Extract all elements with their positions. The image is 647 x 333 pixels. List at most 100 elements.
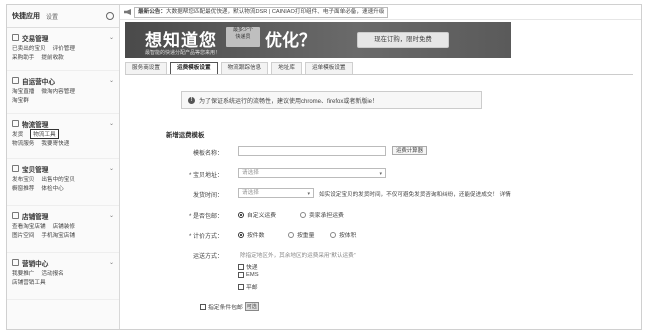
browser-tip: ! 为了保证系统运行的流畅性，建议使用chrome、firefox或者新版ie！ [181, 91, 482, 109]
speaker-icon [124, 9, 131, 15]
sidebar-section-header[interactable]: 营销中心 ⌄ [12, 257, 114, 268]
pricing-option-volume[interactable]: 按体积 [330, 230, 356, 239]
banner-subtitle: 最智能的快递分配产品等您来用！ [145, 50, 221, 56]
sidebar-section-header[interactable]: 交易管理 ⌄ [12, 32, 114, 43]
location-select[interactable]: 请选择 ▾ [238, 168, 386, 178]
sidebar-row: 查看淘宝店铺 店铺装修 [12, 221, 114, 230]
sidebar-link[interactable]: 橱窗推荐 [12, 184, 34, 192]
ship-time-label: 发货时间： [192, 193, 223, 199]
delivery-option-ems[interactable]: EMS [238, 272, 259, 278]
chevron-down-icon: ▾ [379, 171, 382, 177]
chevron-down-icon: ▾ [307, 191, 310, 197]
sidebar-link[interactable]: 我要寄快递 [41, 139, 69, 147]
sidebar-section: 营销中心 ⌄ 我要推广 活动报名 店铺营销工具 [7, 253, 119, 300]
notice-bar: 最新公告：大数据帮您匹配最优快递，默认物流DSR | CAINIAO打印组件、电… [120, 5, 641, 20]
checkbox-icon [238, 283, 244, 290]
delivery-option-express[interactable]: 快递 [238, 262, 258, 271]
sidebar-row: 橱窗推荐 体检中心 [12, 183, 114, 192]
sidebar-link[interactable]: 物流服务 [12, 139, 34, 147]
ship-time-detail-link[interactable]: 详情 [500, 192, 511, 198]
pricing-label: * 计价方式： [188, 234, 223, 240]
ship-time-select[interactable]: 请选择 ▾ [238, 188, 314, 198]
checkbox-icon [238, 272, 244, 278]
sidebar-link[interactable]: 手机淘宝店铺 [41, 231, 75, 239]
app-frame: 快捷应用 设置 交易管理 ⌄ 已卖出的宝贝 评价管理采购助手 提前收款自运营中心 ⌄ 淘宝直… [6, 4, 642, 330]
banner-badge: 最多少个 快递员 [226, 27, 260, 47]
sidebar-link[interactable]: 采购助手 [12, 53, 34, 61]
sidebar-header: 快捷应用 设置 [7, 5, 119, 28]
chevron-down-icon[interactable]: ⌄ [109, 259, 114, 266]
delivery-option-label: EMS [246, 272, 259, 278]
checkbox-icon [200, 303, 206, 310]
sidebar-link[interactable]: 我要推广 [12, 269, 34, 277]
free-ship-label: * 是否包邮： [188, 214, 223, 220]
sidebar-section-header[interactable]: 宝贝管理 ⌄ [12, 163, 114, 174]
delivery-option-post[interactable]: 平邮 [238, 282, 258, 291]
promo-banner[interactable]: 想知道您 最多少个 快递员 优化？ 最智能的快递分配产品等您来用！ 现在订购，限… [125, 22, 511, 58]
sidebar-link[interactable]: 查看淘宝店铺 [12, 222, 46, 230]
pricing-option-count[interactable]: 按件数 [238, 230, 264, 239]
free-ship-option-custom[interactable]: 自定义运费 [238, 210, 276, 219]
sidebar-row: 店铺营销工具 [12, 277, 114, 286]
gear-icon[interactable] [106, 12, 114, 20]
pricing-option-label: 按件数 [247, 233, 265, 239]
pricing-option-weight[interactable]: 按重量 [288, 230, 314, 239]
optional-tag: 可选 [244, 302, 259, 311]
section-icon [12, 34, 19, 41]
sidebar-link[interactable]: 发货 [12, 130, 23, 138]
sidebar-section-header[interactable]: 物流管理 ⌄ [12, 118, 114, 129]
chevron-down-icon[interactable]: ⌄ [109, 120, 114, 127]
sidebar-link[interactable]: 店铺营销工具 [12, 278, 46, 286]
ship-time-placeholder: 请选择 [242, 190, 259, 196]
location-label-text: 宝贝地址： [192, 173, 223, 179]
sidebar-section-title: 宝贝管理 [22, 166, 49, 174]
radio-icon [288, 231, 294, 238]
free-ship-option-seller[interactable]: 卖家承担运费 [300, 210, 344, 219]
radio-selected-icon [238, 211, 244, 218]
sidebar-link[interactable]: 店铺装修 [53, 222, 75, 230]
sidebar-section-header[interactable]: 店铺管理 ⌄ [12, 210, 114, 221]
sidebar-section-title: 自运营中心 [22, 78, 55, 86]
sidebar-settings-link[interactable]: 设置 [46, 12, 58, 21]
sidebar-row: 发布宝贝 出售中的宝贝 [12, 174, 114, 183]
sidebar-row: 发货 物流工具 [12, 128, 114, 139]
sidebar-link[interactable]: 已卖出的宝贝 [12, 44, 46, 52]
template-name-input[interactable] [238, 146, 386, 156]
free-ship-option-label: 自定义运费 [247, 213, 276, 219]
sidebar-link-logistics-tools[interactable]: 物流工具 [30, 128, 59, 139]
sidebar-link[interactable]: 图片空间 [12, 231, 34, 239]
sidebar-link[interactable]: 淘宝群 [12, 96, 29, 104]
chevron-down-icon[interactable]: ⌄ [109, 212, 114, 219]
sidebar-link[interactable]: 淘宝直播 [12, 87, 34, 95]
notice-box[interactable]: 最新公告：大数据帮您匹配最优快递，默认物流DSR | CAINIAO打印组件、电… [134, 6, 389, 18]
pricing-option-label: 按体积 [339, 233, 357, 239]
sidebar-link[interactable]: 体检中心 [41, 184, 63, 192]
sidebar-section: 物流管理 ⌄ 发货 物流工具 物流服务 我要寄快递 [7, 114, 119, 159]
checkbox-icon [238, 263, 244, 270]
sidebar-link[interactable]: 出售中的宝贝 [41, 175, 75, 183]
chevron-down-icon[interactable]: ⌄ [109, 165, 114, 172]
sidebar-title: 快捷应用 [12, 13, 40, 20]
chevron-down-icon[interactable]: ⌄ [109, 77, 114, 84]
chevron-down-icon[interactable]: ⌄ [109, 34, 114, 41]
sidebar-link[interactable]: 发布宝贝 [12, 175, 34, 183]
sidebar-link[interactable]: 评价管理 [53, 44, 75, 52]
form-title: 新增运费模板 [166, 132, 205, 139]
radio-icon [330, 231, 336, 238]
sidebar-row: 淘宝直播 微淘内容管理 [12, 86, 114, 95]
section-icon [12, 259, 19, 266]
sidebar-link[interactable]: 提前收款 [41, 53, 63, 61]
location-placeholder: 请选择 [242, 170, 259, 176]
template-name-label: 模板名称： [192, 151, 223, 157]
pricing-label-text: 计价方式： [192, 234, 223, 240]
banner-cta-button[interactable]: 现在订购，限时免费 [357, 32, 449, 48]
sidebar-section-title: 店铺管理 [22, 213, 49, 221]
sidebar: 快捷应用 设置 交易管理 ⌄ 已卖出的宝贝 评价管理采购助手 提前收款自运营中心 ⌄ 淘宝直… [7, 5, 120, 329]
freight-calculator-button[interactable]: 运费计算器 [392, 146, 427, 155]
sidebar-link[interactable]: 微淘内容管理 [41, 87, 75, 95]
sidebar-link[interactable]: 活动报名 [41, 269, 63, 277]
tab-divider [125, 74, 633, 75]
conditional-free-shipping[interactable]: 指定条件包邮 可选 [200, 302, 259, 311]
banner-headline-a: 想知道您 [145, 31, 217, 50]
sidebar-section-header[interactable]: 自运营中心 ⌄ [12, 75, 114, 86]
